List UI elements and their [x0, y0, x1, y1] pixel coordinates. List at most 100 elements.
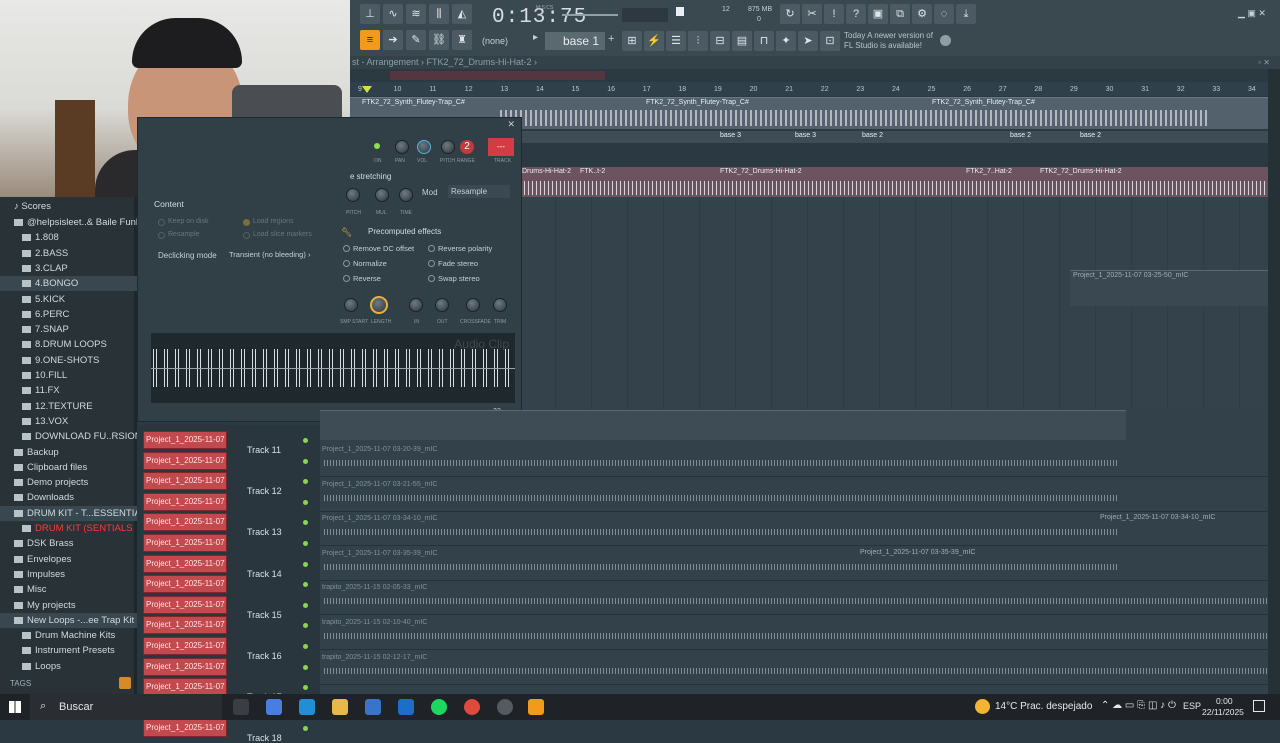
browser-item[interactable]: 13.VOX [0, 414, 137, 429]
search-icon[interactable] [119, 677, 131, 689]
browser-item[interactable]: New Loops -...ee Trap Kit 2 [0, 612, 137, 628]
window-controls[interactable]: ▁ ▣ ✕ [1238, 8, 1266, 19]
track-clip-button[interactable]: Project_1_2025-11-07 0... [143, 554, 227, 573]
browser-item[interactable]: Loops [0, 659, 137, 674]
undo-icon[interactable]: ↻ [780, 4, 800, 24]
weather-text[interactable]: 14°C Prac. despejado [995, 701, 1092, 712]
pattern-add-icon[interactable]: + [608, 33, 614, 45]
track-led[interactable] [303, 685, 308, 691]
browser-item[interactable]: 4.BONGO [0, 276, 137, 292]
track-clip-button[interactable]: Project_1_2025-11-07 0... [143, 616, 227, 635]
track-name[interactable]: Track 12 [247, 486, 282, 496]
notification-icon[interactable] [1253, 700, 1265, 712]
stamp-icon[interactable]: ♜ [452, 30, 472, 50]
windows-start-icon[interactable] [9, 701, 21, 713]
browser-item[interactable]: @helpsisleet..& Baile Funk) [0, 215, 137, 230]
channel-rack-icon[interactable]: ⊞ [622, 31, 642, 51]
browser-item[interactable]: My projects [0, 598, 137, 613]
drums-clip-lane[interactable]: Drums-Hi-Hat-2 FTK..t-2 FTK2_72_Drums-Hi… [520, 167, 1268, 197]
load-slice-markers-check[interactable] [243, 232, 250, 239]
playlist-lane[interactable]: Project_1_2025-11-07 03-20-39_mIC [320, 443, 1268, 477]
browser-item[interactable]: Instrument Presets [0, 643, 137, 658]
track-clip-button[interactable]: Project_1_2025-11-07 0... [143, 472, 227, 491]
overview-strip[interactable] [350, 71, 1268, 81]
vertical-scrollbar[interactable] [1268, 69, 1280, 694]
news-panel[interactable]: Today A newer version of FL Studio is av… [844, 31, 939, 51]
normalize-radio[interactable] [343, 260, 350, 267]
globe-icon[interactable] [940, 35, 951, 46]
track-led[interactable] [303, 479, 308, 485]
playlist-lane[interactable]: trapito_2025-11-15 02-10-40_mIC [320, 616, 1268, 650]
length-knob[interactable] [370, 296, 388, 314]
keyboard-language[interactable]: ESP [1183, 701, 1201, 711]
declicking-select[interactable]: Transient (no bleeding) › [226, 249, 324, 261]
browser-item[interactable]: Clipboard files [0, 460, 137, 475]
track-clip-button[interactable]: Project_1_2025-11-07 0... [143, 637, 227, 655]
track-clip-button[interactable]: Project_1_2025-11-07 0... [143, 595, 227, 614]
arrangement-select[interactable]: (none) [482, 34, 532, 48]
track-led[interactable] [303, 664, 308, 670]
link-icon[interactable]: ⛓ [429, 30, 449, 50]
master-volume-slider[interactable] [562, 14, 618, 16]
taskbar-search-box[interactable]: ⌕ Buscar [30, 694, 222, 720]
project-clip-top[interactable]: Project_1_2025-11-07 03-25-50_mIC [1070, 270, 1268, 306]
wave-icon[interactable]: ∿ [383, 4, 403, 24]
plugin-db-icon[interactable]: ▤ [732, 31, 752, 51]
panel-close-icon[interactable]: ✕ [507, 119, 515, 130]
export-icon[interactable]: ➤ [798, 31, 818, 51]
pan-knob[interactable] [395, 140, 409, 154]
track-name[interactable]: Track 11 [247, 445, 281, 455]
track-led[interactable] [303, 438, 308, 443]
crossfade-knob[interactable] [466, 298, 480, 312]
track-led[interactable] [303, 726, 308, 732]
pitch-knob[interactable] [441, 140, 455, 154]
on-light[interactable] [374, 143, 380, 149]
pattern-selector[interactable]: base 1 [545, 32, 605, 50]
track-selector[interactable]: --- [488, 138, 514, 156]
in-knob[interactable] [409, 298, 423, 312]
playlist-icon[interactable]: ≡ [360, 30, 380, 50]
playlist-lanes[interactable]: Project_1_2025-11-07 03-20-39_mIC Project… [320, 410, 1268, 694]
browser-item[interactable]: DRUM KIT (SENTIALS [0, 521, 137, 536]
track-clip-button[interactable]: Project_1_2025-11-07 0... [143, 719, 227, 738]
browser-item[interactable]: 1.808 [0, 230, 137, 245]
browser-item[interactable]: 3.CLAP [0, 261, 137, 276]
typing-keyboard-icon[interactable]: ≋ [406, 4, 426, 24]
browser-header[interactable]: ♪ Scores [0, 199, 137, 214]
arrow-icon[interactable]: ➔ [383, 30, 403, 50]
browser-item[interactable]: 6.PERC [0, 307, 137, 322]
tags-label[interactable]: TAGS [10, 679, 31, 688]
track-clip-button[interactable]: Project_1_2025-11-07 0... [143, 451, 227, 470]
pencil-icon[interactable]: ✎ [406, 30, 426, 50]
swap-stereo-radio[interactable] [428, 275, 435, 282]
browser-item[interactable]: 10.FILL [0, 368, 137, 383]
info-icon[interactable]: ! [824, 4, 844, 24]
out-knob[interactable] [435, 298, 449, 312]
track-name[interactable]: Track 13 [247, 527, 282, 537]
file-explorer-icon[interactable] [332, 699, 348, 715]
track-clip-button[interactable]: Project_1_2025-11-07 0... [143, 534, 227, 552]
browser-item[interactable]: DOWNLOAD FU..RSION HERE [0, 429, 137, 444]
browser-item[interactable]: 2.BASS [0, 246, 137, 261]
track-clip-button[interactable]: Project_1_2025-11-07 0... [143, 431, 227, 449]
keep-on-disk-check[interactable] [158, 219, 165, 226]
pattern-prev-icon[interactable]: ▸ [533, 32, 538, 43]
track-clip-button[interactable]: Project_1_2025-11-07 0... [143, 575, 227, 594]
spotify-icon[interactable] [431, 699, 447, 715]
metronome-icon[interactable]: ◭ [452, 4, 472, 24]
chat-icon[interactable]: ◌ [934, 4, 954, 24]
browser-item[interactable]: Drum Machine Kits [0, 628, 137, 643]
playlist-window-controls[interactable]: ▫ ✕ [1258, 56, 1270, 69]
edge-icon[interactable] [299, 699, 315, 715]
playlist-lane[interactable]: trapito_2025-11-15 02-12-17_mIC [320, 651, 1268, 685]
sample-waveform-view[interactable]: Audio Clip [151, 333, 515, 403]
obs-icon[interactable] [497, 699, 513, 715]
track-led[interactable] [303, 623, 308, 629]
track-name[interactable]: Track 15 [247, 610, 282, 620]
plugin-icon[interactable]: ⧉ [890, 4, 910, 24]
track-led[interactable] [303, 644, 308, 649]
browser-item[interactable]: DRUM KIT - T...ESSENTIALS [0, 505, 137, 521]
cut-icon[interactable]: ✂ [802, 4, 822, 24]
playlist-lane[interactable]: trapito_2025-11-15 02-05-33_mIC [320, 581, 1268, 616]
browser-item[interactable]: Backup [0, 445, 137, 460]
